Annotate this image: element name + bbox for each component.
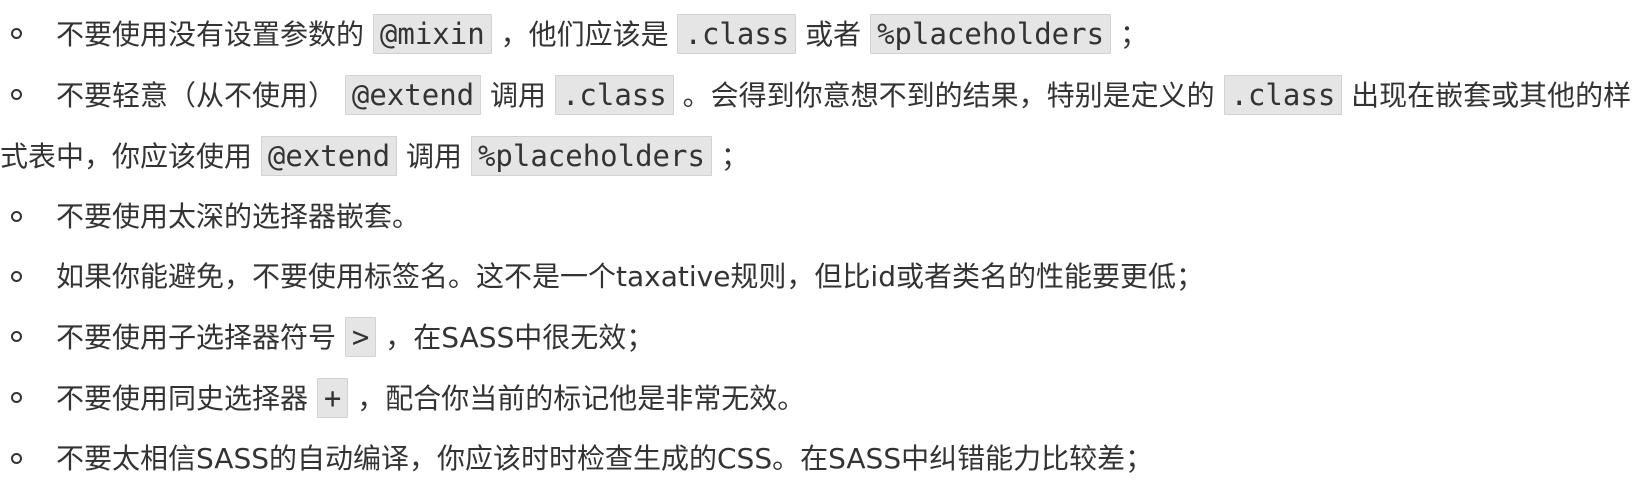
inline-code: .class bbox=[1223, 75, 1343, 115]
item-text: 不要使用太深的选择器嵌套。 bbox=[56, 200, 421, 233]
list-item: 不要使用子选择器符号 > ，在SASS中很无效； bbox=[0, 307, 1638, 368]
inline-code: %placeholders bbox=[470, 136, 712, 176]
inline-code: %placeholders bbox=[870, 14, 1112, 54]
item-text: 调用 bbox=[481, 79, 555, 112]
document: 不要使用没有设置参数的 @mixin ，他们应该是 .class 或者 %pla… bbox=[0, 4, 1638, 502]
list-item: 不要使用同史选择器 + ，配合你当前的标记他是非常无效。 bbox=[0, 368, 1638, 429]
list-item: 如果你能避免，不要使用标签名。这不是一个taxative规则，但比id或者类名的… bbox=[0, 247, 1638, 307]
item-text: ； bbox=[711, 140, 749, 173]
bullet-circle-icon bbox=[11, 331, 22, 342]
item-text: 不要使用没有设置参数的 bbox=[56, 18, 373, 51]
inline-code: .class bbox=[677, 14, 797, 54]
item-text: 或者 bbox=[796, 18, 871, 51]
bullet-circle-icon bbox=[11, 211, 22, 222]
item-text: ，配合你当前的标记他是非常无效。 bbox=[348, 382, 806, 415]
list-item: 不要轻意（从不使用） @extend 调用 .class 。会得到你意想不到的结… bbox=[0, 65, 1638, 187]
item-text: 不要使用子选择器符号 bbox=[56, 321, 345, 354]
guideline-list: 不要使用没有设置参数的 @mixin ，他们应该是 .class 或者 %pla… bbox=[0, 4, 1638, 489]
item-text: 。会得到你意想不到的结果，特别是定义的 bbox=[673, 79, 1224, 112]
inline-code: + bbox=[316, 378, 349, 418]
list-item: 不要太相信SASS的自动编译，你应该时时检查生成的CSS。在SASS中纠错能力比… bbox=[0, 429, 1638, 489]
item-text: 调用 bbox=[397, 140, 471, 173]
bullet-circle-icon bbox=[11, 271, 22, 282]
bullet-circle-icon bbox=[11, 392, 22, 403]
inline-code: @extend bbox=[344, 75, 482, 115]
item-text: ，在SASS中很无效； bbox=[376, 321, 655, 354]
inline-code: @mixin bbox=[372, 14, 492, 54]
item-text: 不要轻意（从不使用） bbox=[56, 79, 345, 112]
bullet-circle-icon bbox=[11, 453, 22, 464]
inline-code: > bbox=[344, 317, 377, 357]
inline-code: @extend bbox=[260, 136, 398, 176]
item-text: 不要使用同史选择器 bbox=[56, 382, 317, 415]
list-item: 不要使用太深的选择器嵌套。 bbox=[0, 187, 1638, 247]
inline-code: .class bbox=[554, 75, 674, 115]
item-text: ； bbox=[1111, 18, 1148, 51]
list-item: 不要使用没有设置参数的 @mixin ，他们应该是 .class 或者 %pla… bbox=[0, 4, 1638, 65]
item-text: 不要太相信SASS的自动编译，你应该时时检查生成的CSS。在SASS中纠错能力比… bbox=[56, 442, 1154, 475]
bullet-circle-icon bbox=[11, 28, 22, 39]
item-text: ，他们应该是 bbox=[491, 18, 678, 51]
item-text: 如果你能避免，不要使用标签名。这不是一个taxative规则，但比id或者类名的… bbox=[56, 260, 1204, 293]
bullet-circle-icon bbox=[11, 89, 22, 100]
